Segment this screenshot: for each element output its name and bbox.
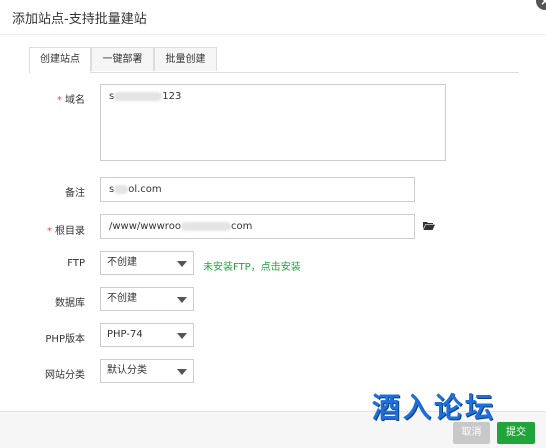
root-dir-value-end: com bbox=[230, 221, 253, 232]
cancel-button[interactable]: 取消 bbox=[453, 422, 490, 444]
site-category-label: 网站分类 bbox=[45, 370, 85, 381]
remark-value-end: ol.com bbox=[128, 184, 162, 195]
required-mark: * bbox=[47, 226, 52, 237]
watermark-logo: 酒入论坛 bbox=[372, 391, 497, 424]
tab-create-site[interactable]: 创建站点 bbox=[29, 47, 91, 73]
redacted-blur bbox=[180, 221, 231, 231]
remark-input[interactable]: s ol.com bbox=[100, 177, 415, 202]
ftp-select[interactable]: 不创建 bbox=[100, 251, 194, 275]
redacted-blur bbox=[114, 184, 129, 194]
ftp-selected: 不创建 bbox=[107, 257, 137, 268]
php-version-label: PHP版本 bbox=[45, 334, 85, 345]
tab-one-click-deploy[interactable]: 一键部署 bbox=[91, 47, 154, 71]
domain-textarea[interactable]: s 123 bbox=[100, 84, 446, 161]
root-dir-value-start: /www/wwwroo bbox=[109, 221, 181, 232]
chevron-down-icon bbox=[177, 333, 187, 339]
dialog-title-bar: 添加站点-支持批量建站 bbox=[0, 0, 546, 35]
domain-label: * 域名 bbox=[57, 95, 85, 106]
redacted-blur bbox=[114, 91, 163, 101]
database-selected: 不创建 bbox=[107, 293, 137, 304]
remark-label: 备注 bbox=[65, 188, 85, 199]
tab-bar: 创建站点 一键部署 批量创建 bbox=[29, 47, 519, 73]
database-select[interactable]: 不创建 bbox=[100, 287, 194, 311]
php-version-selected: PHP-74 bbox=[107, 329, 143, 340]
tab-batch-create[interactable]: 批量创建 bbox=[154, 47, 217, 71]
ftp-label: FTP bbox=[67, 258, 85, 269]
dialog-title: 添加站点-支持批量建站 bbox=[12, 12, 147, 27]
root-dir-input[interactable]: /www/wwwroo com bbox=[100, 214, 415, 239]
php-version-select[interactable]: PHP-74 bbox=[100, 323, 194, 347]
chevron-down-icon bbox=[177, 261, 187, 267]
domain-value-end: 123 bbox=[162, 91, 182, 102]
root-dir-label: * 根目录 bbox=[47, 226, 85, 237]
chevron-down-icon bbox=[177, 369, 187, 375]
required-mark: * bbox=[57, 95, 62, 106]
folder-open-icon[interactable] bbox=[423, 221, 435, 230]
ftp-install-link[interactable]: 未安装FTP，点击安装 bbox=[203, 258, 301, 273]
add-site-dialog: 添加站点-支持批量建站 × 创建站点 一键部署 批量创建 * 域名 s 123 备注… bbox=[0, 0, 546, 448]
site-category-selected: 默认分类 bbox=[107, 365, 147, 376]
submit-button[interactable]: 提交 bbox=[497, 422, 535, 444]
site-category-select[interactable]: 默认分类 bbox=[100, 359, 194, 383]
database-label: 数据库 bbox=[55, 298, 85, 309]
chevron-down-icon bbox=[177, 297, 187, 303]
